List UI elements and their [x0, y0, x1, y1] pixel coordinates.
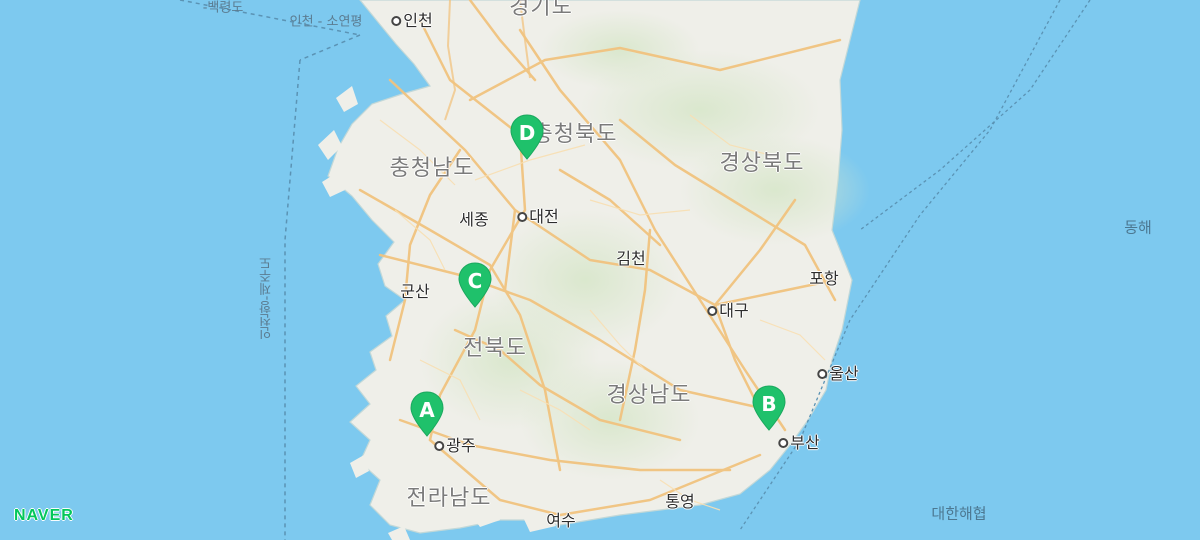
sea-label-east-sea: 동해 [1124, 218, 1152, 237]
province-label-jeonbuk: 전북도 [463, 336, 527, 361]
marker-label: C [467, 269, 483, 293]
naver-logo: NAVER [14, 507, 74, 524]
map-view[interactable]: 경기도 충청북도 충청남도 경상북도 전북도 경상남도 전라남도 인천 세종 대… [0, 0, 1200, 540]
marker-label: A [419, 398, 435, 422]
route-label-incheon-soyeonpyeong: 인천 - 소연평 [289, 14, 363, 30]
city-label-daegu: 대구 [707, 297, 749, 321]
province-label-jeonnam: 전라남도 [406, 486, 492, 511]
city-label-tongyeong: 통영 [665, 492, 695, 511]
route-label-baengnyeongdo: -백령도 [202, 0, 244, 16]
province-label-gyeonggi: 경기도 [509, 0, 573, 20]
sea-label-korea-strait: 대한해협 [931, 504, 987, 523]
city-label-busan: 부산 [778, 429, 820, 453]
city-label-ulsan: 울산 [817, 360, 859, 384]
city-dot [707, 305, 718, 316]
map-marker-b[interactable]: B [750, 385, 788, 431]
city-label-pohang: 포항 [809, 269, 839, 288]
city-name: 울산 [829, 364, 859, 383]
marker-label: D [518, 121, 536, 145]
city-name: 대구 [719, 301, 749, 320]
city-name: 광주 [446, 436, 476, 455]
city-dot [817, 368, 828, 379]
city-dot [434, 440, 445, 451]
city-label-incheon: 인천 [391, 7, 433, 31]
city-label-gunsan: 군산 [400, 282, 430, 301]
route-label-incheon-jeju: 인천항-제주도 [259, 256, 275, 340]
province-label-chungnam: 충청남도 [389, 156, 475, 181]
city-label-gimcheon: 김천 [616, 249, 646, 268]
city-name: 인천 [403, 11, 433, 30]
city-label-yeosu: 여수 [546, 511, 576, 530]
province-label-gyeongnam: 경상남도 [606, 383, 692, 408]
map-base [0, 0, 1200, 540]
marker-label: B [761, 392, 777, 416]
map-marker-a[interactable]: A [408, 391, 446, 437]
city-dot [391, 15, 402, 26]
city-label-sejong: 세종 [459, 210, 489, 229]
city-name: 대전 [529, 207, 559, 226]
map-marker-c[interactable]: C [456, 262, 494, 308]
map-marker-d[interactable]: D [508, 114, 546, 160]
city-dot [778, 437, 789, 448]
city-name: 부산 [790, 433, 820, 452]
city-label-daejeon: 대전 [517, 203, 559, 227]
city-dot [517, 211, 528, 222]
province-label-gyeongbuk: 경상북도 [719, 151, 805, 176]
